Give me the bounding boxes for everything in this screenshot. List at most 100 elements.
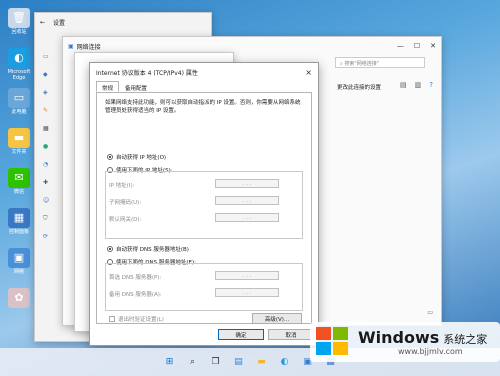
watermark: Windows 系统之家 www.bjjmlv.com: [310, 322, 500, 362]
ipv4-properties-dialog: Internet 协议版本 4 (TCP/IPv4) 属性 × 常规 备用配置 …: [89, 62, 319, 346]
ip-address-dots: . . .: [243, 180, 251, 187]
subnet-mask-dots: . . .: [243, 197, 251, 204]
desktop-icon[interactable]: 🗑 回收站: [4, 8, 34, 35]
gateway-label: 默认网关(D):: [109, 217, 142, 223]
sidebar-icon-accounts[interactable]: ●: [43, 143, 57, 161]
ip-address-field[interactable]: . . .: [215, 179, 279, 188]
sidebar-icon-network[interactable]: ◈: [43, 89, 57, 107]
dialog-description: 如果网络支持此功能，则可以获取自动指派的 IP 设置。否则，你需要从网络系统管理…: [105, 100, 301, 114]
advanced-button[interactable]: 高级(V)...: [252, 313, 302, 324]
sidebar-icon-personalize[interactable]: ✎: [43, 107, 57, 125]
desktop-icon-label: Microsoft Edge: [7, 69, 31, 81]
settings-title: 设置: [53, 19, 66, 27]
ip-address-label: IP 地址(I):: [109, 183, 135, 189]
watermark-url: www.bjjmlv.com: [398, 347, 463, 356]
desktop-icon[interactable]: ▦ 控制面板: [4, 208, 34, 235]
desktop-icon-glyph: ▬: [8, 128, 30, 148]
desktop-icon[interactable]: ✉ 微信: [4, 168, 34, 195]
sidebar-icon-privacy[interactable]: ⛉: [43, 215, 57, 233]
dialog-title: Internet 协议版本 4 (TCP/IPv4) 属性: [96, 69, 198, 77]
alternate-dns-field[interactable]: . . .: [215, 288, 279, 297]
desktop-icon-label: 网络: [13, 269, 24, 275]
auto-dns-label: 自动获得 DNS 服务器地址(B): [116, 247, 189, 253]
preferred-dns-dots: . . .: [243, 272, 251, 279]
sidebar-icon-gaming[interactable]: ✚: [43, 179, 57, 197]
auto-dns-radio[interactable]: 自动获得 DNS 服务器地址(B): [107, 245, 189, 253]
taskbar-search-icon[interactable]: ⌕: [186, 355, 200, 369]
taskbar-explorer-icon[interactable]: ▬: [255, 355, 269, 369]
auto-ip-label: 自动获得 IP 地址(O): [116, 155, 167, 161]
dialog-tabs: 常规 备用配置: [90, 81, 318, 92]
validate-settings-checkbox[interactable]: 退出时验证设置(L): [109, 315, 164, 323]
desktop-icon-label: 文件夹: [11, 149, 27, 155]
help-icon[interactable]: ?: [429, 81, 433, 89]
gateway-field[interactable]: . . .: [215, 213, 279, 222]
preferred-dns-label: 首选 DNS 服务器(P):: [109, 275, 162, 281]
tab-general[interactable]: 常规: [96, 81, 120, 92]
taskbar-taskview-icon[interactable]: ❐: [209, 355, 223, 369]
preferred-dns-field[interactable]: . . .: [215, 271, 279, 280]
desktop-icon[interactable]: ◐ Microsoft Edge: [4, 48, 34, 81]
watermark-brand: Windows: [358, 328, 440, 347]
minimize-icon[interactable]: —: [397, 42, 404, 50]
desktop-icon-label: 此电脑: [11, 109, 27, 115]
desktop-icon-label: 微信: [13, 189, 24, 195]
desktop-icon-glyph: ▦: [8, 208, 30, 228]
maximize-icon[interactable]: ☐: [414, 42, 420, 50]
change-settings-text: 更改此连接的设置: [336, 85, 381, 91]
network-change-link[interactable]: 更改此连接的设置: [337, 83, 381, 91]
desktop-icon-label: 回收站: [11, 29, 27, 35]
validate-label: 退出时验证设置(L): [118, 317, 164, 323]
alternate-dns-label: 备用 DNS 服务器(A):: [109, 292, 162, 298]
desktop-icon[interactable]: ✿: [4, 288, 34, 309]
network-search-box[interactable]: ⌕ 搜索"网络连接": [335, 57, 425, 68]
taskbar-edge-icon[interactable]: ◐: [278, 355, 292, 369]
desktop-icon[interactable]: ▣ 网络: [4, 248, 34, 275]
view-icon[interactable]: ▤: [400, 81, 407, 89]
desktop-icon[interactable]: ▭ 此电脑: [4, 88, 34, 115]
subnet-mask-label: 子网掩码(U):: [109, 200, 142, 206]
desktop-icon-glyph: ✉: [8, 168, 30, 188]
taskbar-start-icon[interactable]: ⊞: [163, 355, 177, 369]
desktop-icon-glyph: ▣: [8, 248, 30, 268]
network-toolbar-icons: ▤ ▥ ?: [400, 81, 433, 89]
desktop-icon-glyph: ◐: [8, 48, 30, 68]
close-icon[interactable]: ✕: [430, 42, 436, 50]
settings-titlebar: ← 设置: [35, 13, 211, 31]
ok-button[interactable]: 确定: [218, 329, 264, 340]
general-panel: 如果网络支持此功能，则可以获取自动指派的 IP 设置。否则，你需要从网络系统管理…: [96, 92, 312, 324]
sidebar-icon-update[interactable]: ⟳: [43, 233, 57, 251]
auto-ip-radio-dot[interactable]: [107, 154, 113, 160]
network-title: 网络连接: [76, 43, 101, 51]
sidebar-icon-system[interactable]: ▭: [43, 53, 57, 71]
subnet-mask-field[interactable]: . . .: [215, 196, 279, 205]
tab-alternate[interactable]: 备用配置: [119, 81, 153, 92]
desktop-icon[interactable]: ▬ 文件夹: [4, 128, 34, 155]
network-scroll-down[interactable]: ▭: [427, 309, 433, 316]
pane-icon[interactable]: ▥: [415, 81, 422, 89]
taskbar-widgets-icon[interactable]: ▤: [232, 355, 246, 369]
auto-ip-radio[interactable]: 自动获得 IP 地址(O): [107, 153, 166, 161]
cancel-button[interactable]: 取消: [268, 329, 314, 340]
sidebar-icon-accessibility[interactable]: ☺: [43, 197, 57, 215]
network-icon: ▣: [68, 42, 74, 50]
window-controls: — ☐ ✕: [397, 42, 436, 50]
validate-checkbox-box[interactable]: [109, 316, 115, 322]
windows-logo-icon: [316, 327, 350, 357]
sidebar-icon-bluetooth[interactable]: ◆: [43, 71, 57, 89]
auto-dns-radio-dot[interactable]: [107, 246, 113, 252]
settings-sidebar: ▭ ◆ ◈ ✎ ▦ ● ◔ ✚ ☺ ⛉ ⟳: [43, 53, 57, 323]
dialog-close-icon[interactable]: ×: [305, 68, 312, 77]
back-icon[interactable]: ←: [40, 19, 45, 26]
watermark-text: Windows 系统之家 www.bjjmlv.com: [358, 328, 487, 356]
gateway-dots: . . .: [243, 214, 251, 221]
desktop-icon-glyph: ▭: [8, 88, 30, 108]
search-placeholder: 搜索"网络连接": [344, 61, 379, 67]
sidebar-icon-apps[interactable]: ▦: [43, 125, 57, 143]
dialog-titlebar: Internet 协议版本 4 (TCP/IPv4) 属性 ×: [90, 63, 318, 81]
watermark-slogan: 系统之家: [443, 333, 488, 346]
desktop-icon-glyph: 🗑: [8, 8, 30, 28]
sidebar-icon-time[interactable]: ◔: [43, 161, 57, 179]
desktop-icon-glyph: ✿: [8, 288, 30, 308]
alternate-dns-dots: . . .: [243, 289, 251, 296]
